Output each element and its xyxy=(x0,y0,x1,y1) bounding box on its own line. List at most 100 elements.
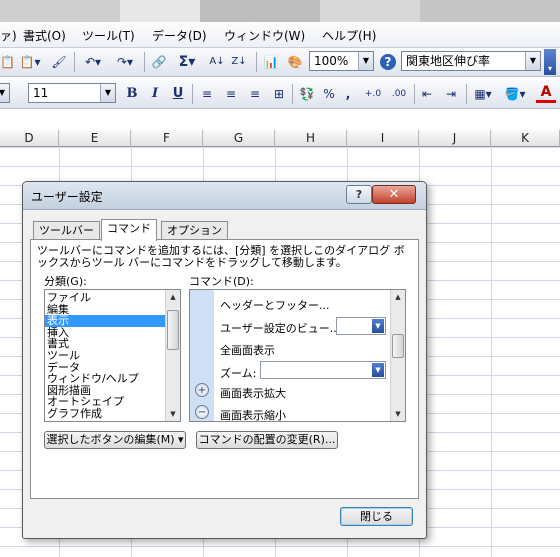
scroll-thumb[interactable] xyxy=(167,310,179,350)
align-left-icon[interactable]: ≡ xyxy=(198,84,216,104)
sort-ascending-icon[interactable]: A↓ xyxy=(208,52,226,72)
scroll-down-icon[interactable]: ▼ xyxy=(391,407,405,421)
title-strip-segment xyxy=(120,0,200,22)
categories-scrollbar[interactable]: ▲ ▼ xyxy=(165,290,180,421)
underline-button[interactable]: U xyxy=(170,84,186,104)
toolbar-options-icon[interactable]: ▾ xyxy=(544,49,556,75)
zoom-value: 100% xyxy=(314,54,349,68)
rearrange-commands-button[interactable]: コマンドの配置の変更(R)... xyxy=(196,431,338,449)
decrease-decimal-button[interactable]: .00 xyxy=(388,84,410,104)
increase-decimal-button[interactable]: +.0 xyxy=(362,84,384,104)
command-zoom-in[interactable]: 画面表示拡大 xyxy=(220,385,286,401)
paste-dropdown-icon[interactable]: 📋▾ xyxy=(18,52,42,72)
zoom-combo[interactable]: 100% ▼ xyxy=(309,51,374,71)
tab-commands[interactable]: コマンド xyxy=(101,219,157,241)
chevron-down-icon[interactable]: ▼ xyxy=(100,84,115,102)
command-zoom-out[interactable]: 画面表示縮小 xyxy=(220,407,286,421)
italic-button[interactable]: I xyxy=(147,84,163,104)
zoom-out-icon: − xyxy=(195,405,209,419)
commands-scrollbar[interactable]: ▲ ▼ xyxy=(390,290,405,421)
fill-color-icon[interactable]: 🪣▾ xyxy=(502,84,528,104)
font-name-combo[interactable]: ▼ xyxy=(0,83,10,103)
format-painter-icon[interactable]: 🖌 xyxy=(50,52,68,72)
dialog-title-bar[interactable]: ユーザー設定 ? ✕ xyxy=(23,182,426,210)
comma-button[interactable]: , xyxy=(342,84,354,104)
column-header-h[interactable]: H xyxy=(275,130,347,147)
currency-icon[interactable]: 💱 xyxy=(298,84,316,104)
chevron-down-icon[interactable]: ▼ xyxy=(525,52,540,70)
column-header-g[interactable]: G xyxy=(203,130,275,147)
menu-format[interactable]: 書式(O) xyxy=(23,27,66,44)
categories-listbox[interactable]: ファイル 編集 表示 挿入 書式 ツール データ ウィンドウ/ヘルプ 図形描画 … xyxy=(44,289,181,422)
tab-toolbars[interactable]: ツールバー xyxy=(33,221,100,240)
zoom-command-combo[interactable]: ▼ xyxy=(260,361,386,379)
decrease-indent-icon[interactable]: ⇤ xyxy=(418,84,436,104)
menu-help[interactable]: ヘルプ(H) xyxy=(322,27,376,44)
list-item[interactable]: グラフ作成 xyxy=(45,408,180,420)
scroll-up-icon[interactable]: ▲ xyxy=(166,290,180,304)
tab-options[interactable]: オプション xyxy=(161,221,228,240)
borders-icon[interactable]: ▦▾ xyxy=(470,84,496,104)
column-header-d[interactable]: D xyxy=(0,130,59,147)
column-header-j[interactable]: J xyxy=(419,130,491,147)
toolbar-separator xyxy=(256,52,257,72)
chevron-down-icon[interactable]: ▼ xyxy=(372,363,384,377)
chevron-down-icon[interactable]: ▼ xyxy=(0,84,9,102)
chevron-down-icon[interactable]: ▼ xyxy=(358,52,373,70)
toolbar-separator xyxy=(292,84,293,104)
list-item[interactable]: ファイル xyxy=(45,292,180,304)
custom-views-combo[interactable]: ▼ xyxy=(336,317,386,335)
hyperlink-icon[interactable]: 🔗 xyxy=(150,52,168,72)
column-header-i[interactable]: I xyxy=(347,130,419,147)
command-icon-strip xyxy=(190,290,214,421)
dialog-title: ユーザー設定 xyxy=(31,190,103,204)
percent-button[interactable]: % xyxy=(322,84,336,104)
scroll-down-icon[interactable]: ▼ xyxy=(166,407,180,421)
help-icon[interactable]: ? xyxy=(380,54,396,70)
font-size-value: 11 xyxy=(33,86,49,100)
drawing-icon[interactable]: 🎨 xyxy=(286,52,304,72)
standard-toolbar: 📋 📋▾ 🖌 ↶▾ ↷▾ 🔗 Σ▾ A↓ Z↓ 📊 🎨 100% ▼ ? 関東地… xyxy=(0,48,560,77)
sort-descending-icon[interactable]: Z↓ xyxy=(230,52,248,72)
undo-icon[interactable]: ↶▾ xyxy=(80,52,106,72)
bold-button[interactable]: B xyxy=(124,84,140,104)
list-item[interactable]: ツール xyxy=(45,350,180,362)
command-custom-views[interactable]: ユーザー設定のビュー... xyxy=(220,320,340,336)
categories-items: ファイル 編集 表示 挿入 書式 ツール データ ウィンドウ/ヘルプ 図形描画 … xyxy=(45,290,180,420)
redo-icon[interactable]: ↷▾ xyxy=(112,52,138,72)
close-button[interactable]: 閉じる xyxy=(340,507,413,526)
column-header-f[interactable]: F xyxy=(131,130,203,147)
menu-bar: ァ) 書式(O) ツール(T) データ(D) ウィンドウ(W) ヘルプ(H) xyxy=(0,22,560,48)
scroll-thumb[interactable] xyxy=(392,334,404,358)
scroll-up-icon[interactable]: ▲ xyxy=(391,290,405,304)
title-strip-segment xyxy=(420,0,560,22)
font-size-combo[interactable]: 11 ▼ xyxy=(28,83,116,103)
dialog-help-button[interactable]: ? xyxy=(346,185,372,204)
paste-icon[interactable]: 📋 xyxy=(0,52,15,72)
command-zoom[interactable]: ズーム: xyxy=(220,365,256,381)
increase-indent-icon[interactable]: ⇥ xyxy=(442,84,460,104)
modify-selection-button[interactable]: 選択したボタンの編集(M) ▾ xyxy=(44,431,186,449)
list-item[interactable]: ウィンドウ/ヘルプ xyxy=(45,373,180,385)
align-right-icon[interactable]: ≡ xyxy=(246,84,264,104)
menu-view[interactable]: ァ) xyxy=(0,27,17,44)
chart-wizard-icon[interactable]: 📊 xyxy=(262,52,280,72)
dialog-close-icon[interactable]: ✕ xyxy=(372,185,416,204)
menu-data[interactable]: データ(D) xyxy=(152,27,207,44)
toolbar-separator xyxy=(74,52,75,72)
merge-center-icon[interactable]: ⊞ xyxy=(270,84,288,104)
menu-window[interactable]: ウィンドウ(W) xyxy=(224,27,305,44)
instructions-text: ツールバーにコマンドを追加するには、[分類] を選択しこのダイアログ ボックスか… xyxy=(37,244,405,269)
menu-tools[interactable]: ツール(T) xyxy=(82,27,135,44)
command-header-footer[interactable]: ヘッダーとフッター... xyxy=(220,297,330,313)
column-header-e[interactable]: E xyxy=(59,130,131,147)
font-color-button[interactable]: A xyxy=(536,84,556,103)
column-header-k[interactable]: K xyxy=(491,130,560,147)
command-full-screen[interactable]: 全画面表示 xyxy=(220,342,275,358)
align-center-icon[interactable]: ≡ xyxy=(222,84,240,104)
autosum-icon[interactable]: Σ▾ xyxy=(174,52,200,72)
categories-label: 分類(G): xyxy=(44,275,87,288)
help-search-combo[interactable]: 関東地区伸び率 ▼ xyxy=(401,51,541,71)
chevron-down-icon[interactable]: ▼ xyxy=(372,319,384,333)
commands-listbox[interactable]: ヘッダーとフッター... ユーザー設定のビュー... ▼ 全画面表示 ズーム: … xyxy=(189,289,406,422)
